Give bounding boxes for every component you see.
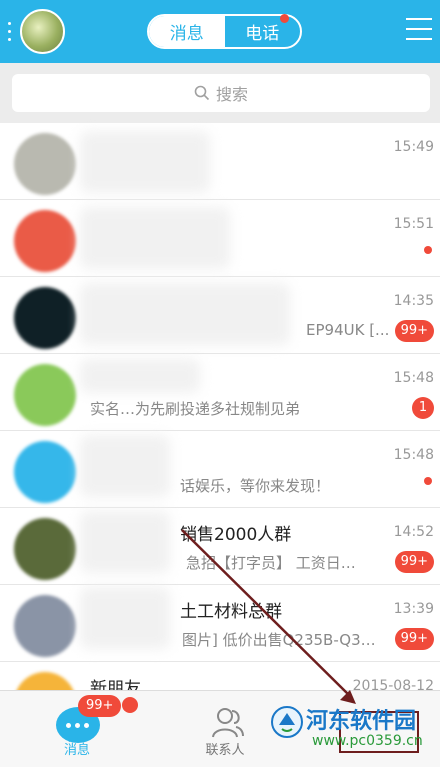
tab-bar-messages[interactable]: 99+ 消息 (22, 691, 138, 767)
contacts-icon (212, 708, 244, 738)
conversation-avatar[interactable] (14, 287, 76, 349)
conversation-row[interactable]: EP94UK [... 14:35 99+ (0, 277, 440, 354)
search-icon (194, 85, 210, 101)
conversation-time: 14:35 (393, 293, 434, 309)
top-bar: 消息 电话 (0, 0, 440, 63)
more-dots-icon[interactable] (8, 22, 12, 42)
tab-bar-messages-label: 消息 (63, 743, 90, 758)
conversation-time: 14:52 (393, 524, 434, 540)
conversation-avatar[interactable] (14, 133, 76, 195)
tab-messages[interactable]: 消息 (149, 16, 225, 47)
conversation-row[interactable]: 土工材料总群图片] 低价出售Q235B-Q3… 13:39 99+ (0, 585, 440, 662)
unread-badge: 99+ (394, 320, 434, 342)
messages-badge: 99+ (78, 695, 122, 717)
segment-control: 消息 电话 (147, 14, 302, 49)
conversation-preview: 话娱乐，等你来发现！ (180, 477, 331, 495)
tab-bar-contacts-label: 联系人 (205, 743, 245, 758)
conversation-time: 15:51 (393, 216, 434, 232)
conversation-row[interactable]: 15:51 (0, 200, 440, 277)
conversation-time: 15:48 (393, 370, 434, 386)
conversation-time: 15:49 (393, 139, 434, 155)
watermark-logo-icon (271, 706, 303, 738)
watermark-url: www.pc0359.cn (312, 733, 423, 749)
conversation-preview: 实名…为先刷投递多社规制见弟 (90, 400, 301, 418)
conversation-avatar[interactable] (14, 364, 76, 426)
unread-badge: 1 (412, 397, 434, 419)
search-area: 搜索 (0, 63, 440, 123)
search-placeholder: 搜索 (215, 85, 248, 104)
conversation-row[interactable]: 15:49 (0, 123, 440, 200)
conversation-row[interactable]: 实名…为先刷投递多社规制见弟 15:48 1 (0, 354, 440, 431)
my-avatar[interactable] (20, 9, 65, 54)
conversation-preview: EP94UK [... (306, 321, 390, 339)
conversation-avatar[interactable] (14, 441, 76, 503)
unread-badge: 99+ (394, 628, 434, 650)
watermark: 河东软件园 www.pc0359.cn (266, 699, 436, 759)
messages-extra-dot (122, 697, 138, 713)
menu-icon[interactable] (406, 18, 432, 42)
calls-unread-dot (280, 14, 289, 23)
conversation-name: 销售2000人群 (180, 525, 292, 545)
conversation-name: 土工材料总群 (180, 602, 282, 622)
conversation-preview: 图片] 低价出售Q235B-Q3… (182, 631, 376, 649)
conversation-preview: 急招【打字员】 工资日… (186, 554, 356, 572)
conversation-avatar[interactable] (14, 210, 76, 272)
conversation-row[interactable]: 销售2000人群急招【打字员】 工资日… 14:52 99+ (0, 508, 440, 585)
conversation-time: 13:39 (393, 601, 434, 617)
conversation-avatar[interactable] (14, 595, 76, 657)
conversation-avatar[interactable] (14, 518, 76, 580)
watermark-name: 河东软件园 (306, 708, 417, 734)
unread-dot (424, 477, 432, 485)
tab-calls[interactable]: 电话 (225, 16, 301, 47)
conversation-time: 15:48 (393, 447, 434, 463)
conversation-row[interactable]: 话娱乐，等你来发现！ 15:48 (0, 431, 440, 508)
tab-bar-contacts[interactable]: 联系人 (170, 691, 280, 767)
search-input[interactable]: 搜索 (12, 74, 430, 112)
unread-badge: 99+ (394, 551, 434, 573)
unread-dot (424, 246, 432, 254)
